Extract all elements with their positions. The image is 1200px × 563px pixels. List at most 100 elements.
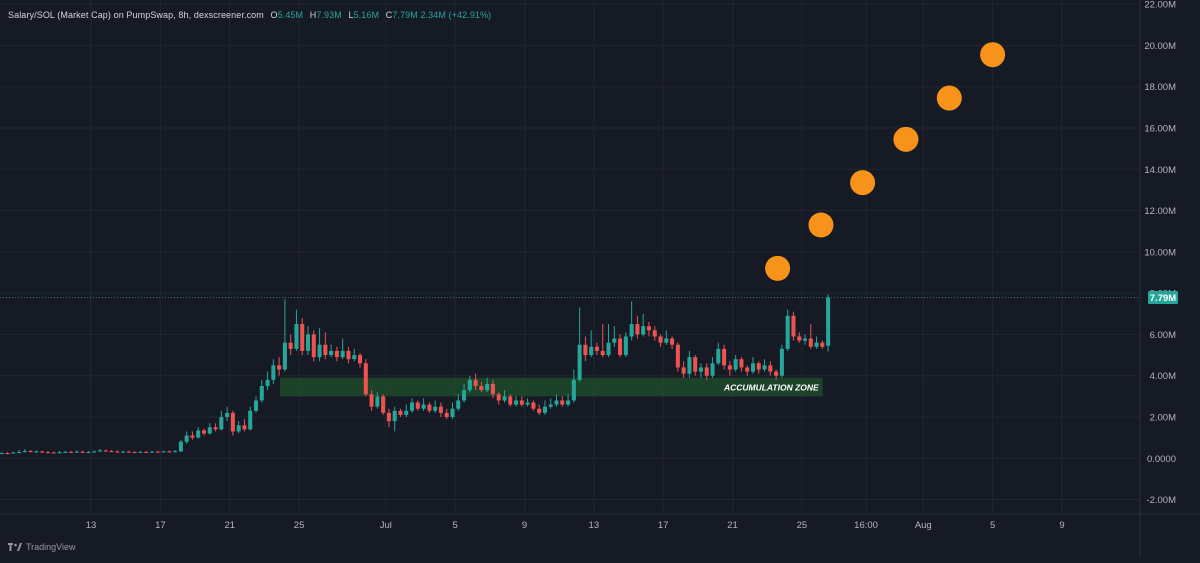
candle-body[interactable] <box>317 344 322 358</box>
candle-body[interactable] <box>722 348 727 366</box>
candle-body[interactable] <box>190 435 195 438</box>
candle-body[interactable] <box>28 451 33 453</box>
candle-body[interactable] <box>808 338 813 347</box>
candle-body[interactable] <box>479 386 484 391</box>
candle-body[interactable] <box>230 412 235 432</box>
candle-body[interactable] <box>652 330 657 337</box>
candle-body[interactable] <box>103 450 108 452</box>
candle-body[interactable] <box>161 451 166 453</box>
candle-body[interactable] <box>427 404 432 411</box>
candle-body[interactable] <box>11 452 16 454</box>
candle-body[interactable] <box>594 346 599 351</box>
candle-body[interactable] <box>768 365 773 372</box>
candle-body[interactable] <box>589 346 594 356</box>
candle-body[interactable] <box>791 315 796 337</box>
candle-body[interactable] <box>5 453 10 455</box>
candle-body[interactable] <box>219 416 224 430</box>
candle-body[interactable] <box>51 452 56 454</box>
candle-body[interactable] <box>438 406 443 413</box>
candle-body[interactable] <box>92 451 97 453</box>
candle-body[interactable] <box>698 367 704 372</box>
candle-body[interactable] <box>629 324 634 337</box>
candle-body[interactable] <box>138 451 143 453</box>
candle-body[interactable] <box>369 394 374 407</box>
candle-body[interactable] <box>675 344 680 368</box>
candle-body[interactable] <box>756 363 761 370</box>
candle-body[interactable] <box>17 452 22 454</box>
candle-body[interactable] <box>386 412 391 422</box>
candle-body[interactable] <box>375 396 380 407</box>
candle-body[interactable] <box>681 367 686 374</box>
candle-body[interactable] <box>358 355 363 364</box>
candle-body[interactable] <box>519 400 524 405</box>
candle-body[interactable] <box>496 394 501 401</box>
candle-body[interactable] <box>802 338 808 341</box>
candle-body[interactable] <box>109 451 114 453</box>
candle-body[interactable] <box>612 338 617 343</box>
candle-body[interactable] <box>814 342 819 347</box>
candle-body[interactable] <box>277 365 282 370</box>
candle-body[interactable] <box>646 326 651 331</box>
candle-body[interactable] <box>45 452 50 454</box>
candle-body[interactable] <box>155 451 160 453</box>
candle-body[interactable] <box>115 451 120 453</box>
candle-body[interactable] <box>363 363 368 395</box>
chart-canvas[interactable]: 22.00M 20.00M 18.00M 16.00M 14.00M 12.00M 10.0… <box>0 0 1200 558</box>
candle-body[interactable] <box>126 451 131 453</box>
candle-body[interactable] <box>710 363 715 376</box>
candle-body[interactable] <box>583 344 588 356</box>
candle-body[interactable] <box>421 404 426 409</box>
candle-body[interactable] <box>271 365 276 380</box>
candle-body[interactable] <box>415 402 420 409</box>
candle-body[interactable] <box>571 379 576 401</box>
candle-body[interactable] <box>288 342 293 349</box>
candle-body[interactable] <box>618 338 623 356</box>
candle-body[interactable] <box>750 363 756 372</box>
candle-body[interactable] <box>334 350 339 358</box>
candle-body[interactable] <box>670 338 675 345</box>
candle-body[interactable] <box>305 334 311 351</box>
candle-body[interactable] <box>745 367 750 372</box>
candle-body[interactable] <box>473 379 478 387</box>
candle-body[interactable] <box>40 451 45 453</box>
candle-body[interactable] <box>733 359 738 370</box>
candle-body[interactable] <box>820 342 825 347</box>
candle-body[interactable] <box>508 396 513 405</box>
candle-body[interactable] <box>80 451 85 453</box>
candle-body[interactable] <box>97 450 102 452</box>
candle-body[interactable] <box>467 379 472 391</box>
candle-body[interactable] <box>704 367 709 376</box>
candle-body[interactable] <box>606 342 611 356</box>
candle-body[interactable] <box>311 334 316 358</box>
candle-body[interactable] <box>687 357 692 374</box>
candle-body[interactable] <box>554 400 559 405</box>
candle-body[interactable] <box>485 383 490 391</box>
candle-body[interactable] <box>282 342 287 370</box>
candle-body[interactable] <box>462 390 467 401</box>
candle-body[interactable] <box>242 425 247 430</box>
candle-body[interactable] <box>456 400 461 409</box>
tradingview-watermark[interactable]: TradingView <box>8 542 76 552</box>
candle-body[interactable] <box>381 396 386 413</box>
candle-body[interactable] <box>253 400 259 411</box>
candle-body[interactable] <box>664 338 669 343</box>
candle-body[interactable] <box>727 365 732 370</box>
candle-body[interactable] <box>490 383 495 395</box>
candle-body[interactable] <box>444 412 449 417</box>
candle-body[interactable] <box>693 357 698 372</box>
candle-body[interactable] <box>739 359 744 368</box>
candle-body[interactable] <box>248 410 253 430</box>
candle-body[interactable] <box>514 400 519 405</box>
candle-body[interactable] <box>398 410 403 415</box>
candle-body[interactable] <box>69 451 74 453</box>
candle-body[interactable] <box>340 350 345 358</box>
candle-body[interactable] <box>121 451 126 453</box>
candle-body[interactable] <box>346 350 351 360</box>
candle-body[interactable] <box>716 348 721 364</box>
candle-body[interactable] <box>658 336 663 343</box>
candle-body[interactable] <box>294 324 299 349</box>
candle-body[interactable] <box>132 452 137 454</box>
candle-body[interactable] <box>641 326 646 335</box>
candle-body[interactable] <box>207 427 212 434</box>
candle-body[interactable] <box>178 441 183 452</box>
